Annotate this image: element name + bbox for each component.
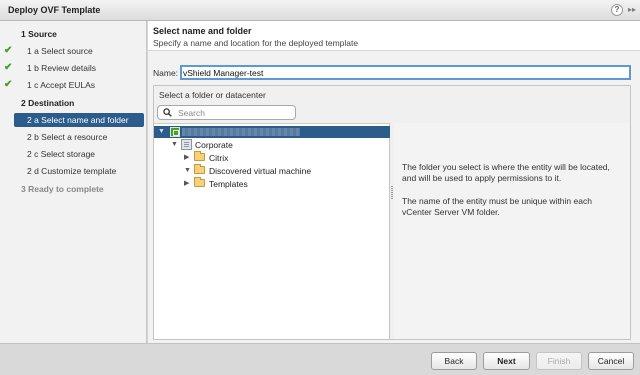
nav-step-select-resource[interactable]: 2 b Select a resource	[0, 130, 147, 145]
tree-label: Corporate	[195, 140, 233, 150]
nav-label: 1 c Accept EULAs	[27, 80, 96, 90]
name-input[interactable]	[180, 65, 631, 80]
nav-label: 2 c Select storage	[27, 149, 96, 159]
checkmark-icon: ✔	[4, 62, 13, 73]
nav-step-accept-eulas[interactable]: ✔ 1 c Accept EULAs	[0, 78, 147, 93]
folder-selection-group: Select a folder or datacenter ▼ ▼ Corpor…	[153, 85, 631, 340]
search-icon	[163, 108, 172, 117]
checkmark-icon: ✔	[4, 79, 13, 90]
collapse-arrow-icon[interactable]: ▼	[171, 141, 178, 149]
nav-label: 1 Source	[21, 29, 57, 39]
cancel-button[interactable]: Cancel	[588, 352, 634, 370]
tree-label: Citrix	[209, 153, 229, 163]
step-header: Select name and folder Specify a name an…	[148, 21, 640, 51]
nav-step-select-storage[interactable]: 2 c Select storage	[0, 147, 147, 162]
tree-row-corporate[interactable]: ▼ Corporate	[154, 139, 390, 151]
nav-label: 1 a Select source	[27, 46, 93, 56]
expand-arrow-icon[interactable]: ▶	[184, 154, 189, 162]
nav-label: 1 b Review details	[27, 63, 96, 73]
nav-step-customize-template[interactable]: 2 d Customize template	[0, 164, 147, 179]
redacted-datacenter-name	[182, 128, 300, 136]
search-input[interactable]	[178, 107, 293, 118]
datacenter-icon	[170, 127, 180, 137]
nav-label: 2 d Customize template	[27, 166, 117, 176]
tree-row-discovered-vm[interactable]: ▼ Discovered virtual machine	[154, 164, 390, 177]
nav-step-review-details[interactable]: ✔ 1 b Review details	[0, 61, 147, 76]
nav-section-source: 1 Source	[0, 27, 147, 42]
building-icon	[181, 139, 192, 150]
nav-label: 2 a Select name and folder	[27, 115, 129, 125]
name-label: Name:	[153, 68, 179, 78]
info-text-location: The folder you select is where the entit…	[402, 162, 610, 183]
folder-icon	[194, 164, 205, 174]
wizard-button-bar: Back Next Finish Cancel	[0, 343, 640, 375]
dialog-titlebar: Deploy OVF Template ? ▸▸	[0, 0, 640, 21]
tree-label: Templates	[209, 179, 248, 189]
help-icon[interactable]: ?	[611, 4, 623, 16]
expand-arrow-icon[interactable]: ▶	[184, 180, 189, 188]
nav-label: 3 Ready to complete	[21, 184, 104, 194]
info-panel: The folder you select is where the entit…	[394, 123, 630, 339]
nav-label: 2 b Select a resource	[27, 132, 108, 142]
tree-row-datacenter[interactable]: ▼	[154, 126, 390, 138]
folder-icon	[194, 151, 205, 161]
checkmark-icon: ✔	[4, 45, 13, 56]
step-title: Select name and folder	[153, 26, 252, 36]
dialog-title: Deploy OVF Template	[8, 5, 101, 15]
info-text-uniqueness: The name of the entity must be unique wi…	[402, 196, 592, 217]
tree-row-templates[interactable]: ▶ Templates	[154, 177, 390, 190]
tree-label: Discovered virtual machine	[209, 166, 312, 176]
next-button[interactable]: Next	[483, 352, 530, 370]
search-box[interactable]	[157, 105, 296, 120]
tree-row-citrix[interactable]: ▶ Citrix	[154, 151, 390, 164]
folder-caption: Select a folder or datacenter	[159, 90, 266, 100]
step-subtitle: Specify a name and location for the depl…	[153, 38, 359, 48]
folder-tree: ▼ ▼ Corporate ▶ Citrix ▼ Discovered virt…	[154, 123, 390, 339]
nav-label: 2 Destination	[21, 98, 75, 108]
nav-step-select-name-folder[interactable]: 2 a Select name and folder	[0, 113, 147, 128]
nav-section-destination: 2 Destination	[0, 96, 147, 111]
wizard-steps-nav: 1 Source ✔ 1 a Select source ✔ 1 b Revie…	[0, 21, 147, 343]
step-content: Select name and folder Specify a name an…	[148, 21, 640, 343]
expand-icon[interactable]: ▸▸	[626, 4, 638, 16]
back-button[interactable]: Back	[431, 352, 477, 370]
collapse-arrow-icon[interactable]: ▼	[184, 167, 191, 175]
finish-button: Finish	[536, 352, 582, 370]
collapse-arrow-icon[interactable]: ▼	[158, 128, 165, 136]
nav-step-select-source[interactable]: ✔ 1 a Select source	[0, 44, 147, 59]
folder-icon	[194, 177, 205, 187]
nav-step-ready-to-complete: 3 Ready to complete	[0, 182, 147, 197]
